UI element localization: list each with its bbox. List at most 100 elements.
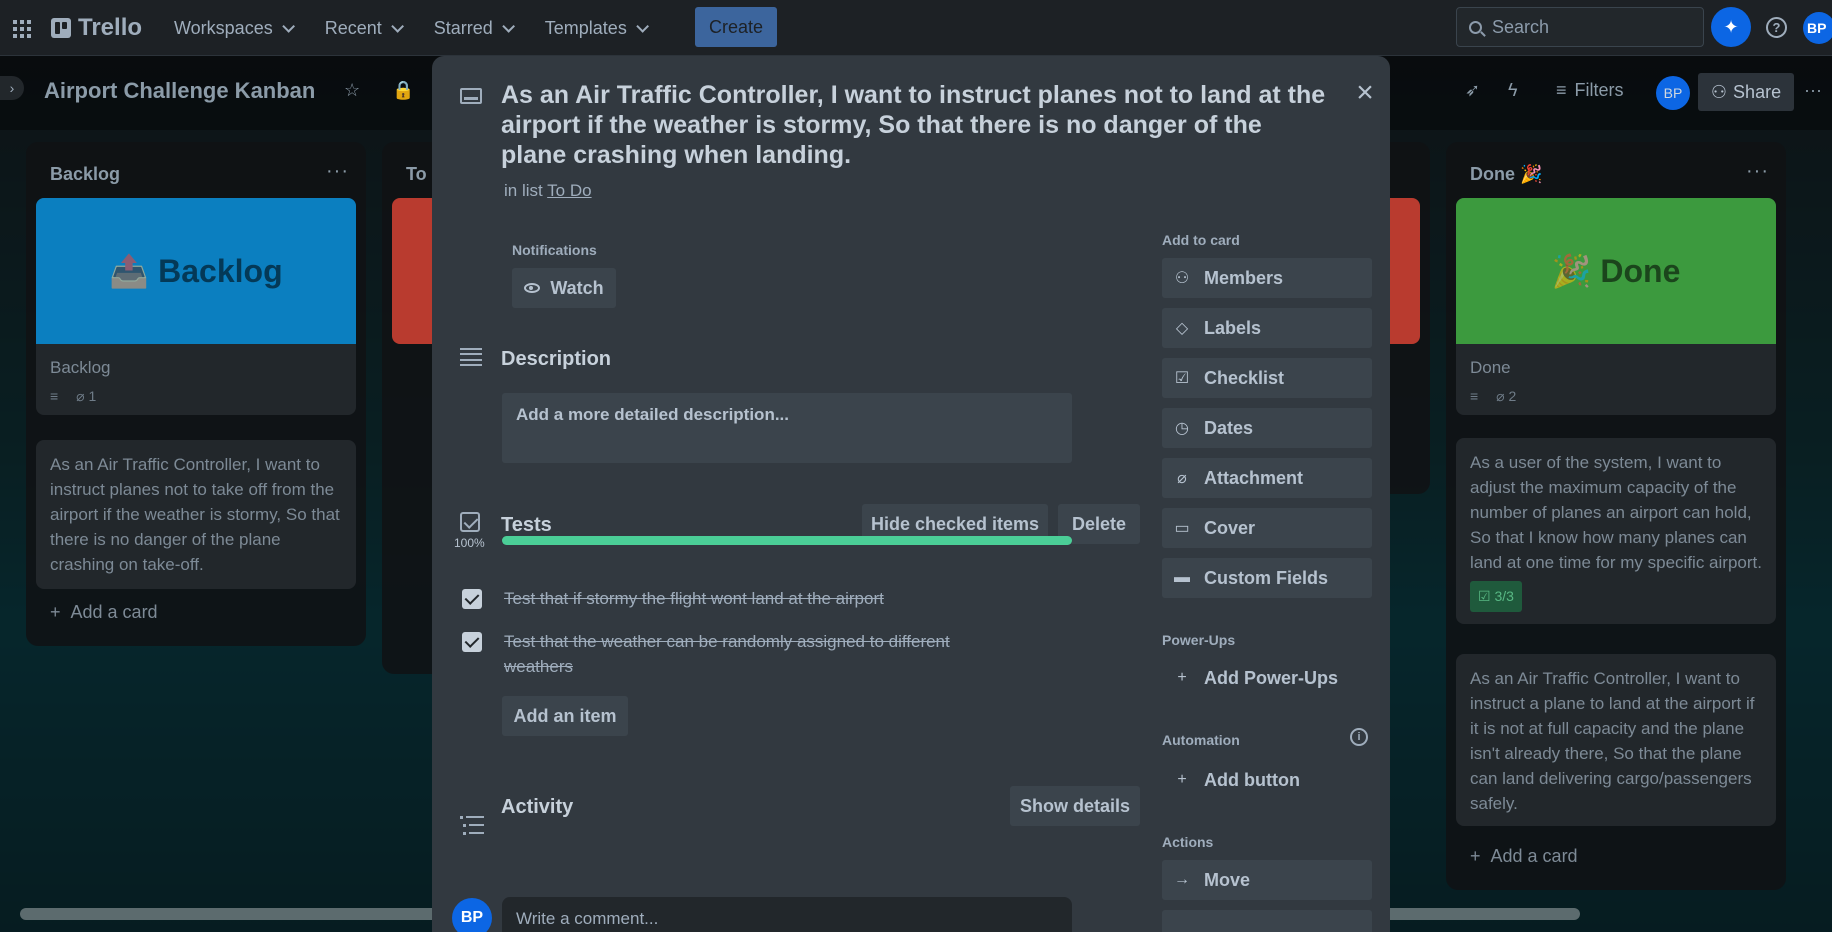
show-details-button[interactable]: Show details [1010,786,1140,826]
watch-label: Watch [550,277,604,298]
add-item-button[interactable]: Add an item [502,696,628,736]
list-title[interactable]: Backlog [50,164,120,185]
eye-icon [524,283,541,293]
checkbox-checked[interactable] [462,589,482,609]
checklist-icon [460,512,480,532]
add-card-button[interactable]: + Add a card [1470,846,1578,867]
activity-icon [460,816,484,835]
plus-icon: + [1177,669,1187,686]
powerups-label: Power-Ups [1162,632,1236,648]
members-label: Members [1204,267,1284,288]
templates-menu[interactable]: Templates [531,10,659,46]
cover-icon: ▭ [1174,520,1190,537]
watch-button[interactable]: Watch [512,268,616,308]
close-icon[interactable]: × [1348,76,1382,110]
list-card[interactable]: As an Air Traffic Controller, I want to … [36,440,356,589]
add-powerups-label: Add Power-Ups [1204,667,1339,688]
description-icon [460,348,482,366]
star-icon[interactable]: ☆ [344,80,360,101]
trello-logo-icon [51,18,71,38]
share-icon: ⚇ [1710,81,1728,102]
checklist-item-text[interactable]: Test that if stormy the flight wont land… [504,586,994,611]
search-input[interactable]: Search [1456,7,1704,47]
account-avatar[interactable]: BP [1803,12,1832,44]
starred-menu[interactable]: Starred [420,10,525,46]
list-menu-icon[interactable]: ··· [1746,160,1769,183]
expand-sidebar-icon[interactable]: › [0,76,24,100]
arrow-right-icon: → [1174,871,1190,888]
add-button-button[interactable]: + Add button [1162,760,1372,800]
checklist-item[interactable]: Test that the weather can be randomly as… [462,629,984,679]
list-card[interactable]: As an Air Traffic Controller, I want to … [1456,654,1776,826]
cover-button[interactable]: ▭ Cover [1162,508,1372,548]
search-icon [1469,20,1482,34]
card-cover: 🎉 Done [1456,198,1776,344]
filter-icon: ≡ [1556,80,1567,100]
checklist-button[interactable]: ☑ Checklist [1162,358,1372,398]
share-label: Share [1733,81,1782,102]
copy-button[interactable] [1162,910,1372,932]
checklist-item[interactable]: Test that if stormy the flight wont land… [462,586,994,611]
in-list-prefix: in list [504,181,543,200]
comment-input[interactable]: Write a comment... [502,897,1072,932]
attachment-badge: ⌀ 2 [1496,388,1517,404]
comment-avatar: BP [452,898,492,932]
labels-button[interactable]: ◇ Labels [1162,308,1372,348]
members-button[interactable]: ⚇ Members [1162,258,1372,298]
lock-icon[interactable]: 🔒 [392,80,414,101]
dates-button[interactable]: ◷ Dates [1162,408,1372,448]
more-icon[interactable]: ··· [1804,80,1822,101]
info-icon[interactable]: i [1350,728,1368,746]
app-switcher-icon[interactable] [10,17,32,39]
list-card[interactable]: As a user of the system, I want to adjus… [1456,438,1776,624]
checklist-title[interactable]: Tests [501,514,552,537]
list-done: Done 🎉 ··· 🎉 Done Done ≡ ⌀ 2 As a user of… [1446,142,1786,890]
list-link[interactable]: To Do [547,181,591,200]
chevron-down-icon [636,19,649,33]
share-button[interactable]: ⚇ Share [1698,73,1794,111]
create-button[interactable]: Create [695,7,777,47]
recent-menu[interactable]: Recent [311,10,414,46]
move-button[interactable]: → Move [1162,860,1372,900]
plus-icon: + [1177,771,1187,788]
trello-logo[interactable]: Trello [51,14,142,42]
notifications-button[interactable]: ✦ [1711,7,1751,47]
attachment-button[interactable]: ⌀ Attachment [1162,458,1372,498]
checklist-label: Checklist [1204,367,1285,388]
workspaces-menu[interactable]: Workspaces [160,10,305,46]
search-placeholder: Search [1492,16,1550,37]
list-title[interactable]: Done 🎉 [1470,164,1542,185]
cover-card[interactable]: 📤 Backlog Backlog ≡ ⌀ 1 [36,198,356,415]
attachment-badge: ⌀ 1 [76,388,97,404]
board-member-avatar[interactable]: BP [1656,76,1690,110]
activity-title: Activity [501,796,574,818]
add-to-card-label: Add to card [1162,232,1240,248]
description-field[interactable]: Add a more detailed description... [502,393,1072,463]
list-backlog: Backlog ··· 📤 Backlog Backlog ≡ ⌀ 1 As an… [26,142,366,646]
dates-label: Dates [1204,417,1254,438]
add-card-button[interactable]: + Add a card [50,602,158,623]
help-icon[interactable]: ? [1766,17,1787,38]
list-menu-icon[interactable]: ··· [326,160,349,183]
checklist-progress-bar [502,536,1072,545]
actions-label: Actions [1162,834,1214,850]
logo-text: Trello [78,14,143,41]
filters-button[interactable]: ≡ Filters [1556,80,1624,101]
checkbox-checked[interactable] [462,632,482,652]
automation-icon[interactable]: ϟ [1508,80,1518,101]
add-card-label: Add a card [70,602,158,622]
cover-card[interactable]: 🎉 Done Done ≡ ⌀ 2 [1456,198,1776,415]
notifications-label: Notifications [512,242,597,258]
card-title[interactable]: As an Air Traffic Controller, I want to … [501,80,1331,170]
rocket-icon[interactable]: ➶ [1465,80,1480,101]
board-title[interactable]: Airport Challenge Kanban [44,78,315,104]
list-title[interactable]: To [406,164,427,185]
person-icon: ⚇ [1174,270,1190,287]
nav-menu: Workspaces Recent Starred Templates [160,10,659,46]
move-label: Move [1204,869,1251,890]
custom-fields-button[interactable]: ▬ Custom Fields [1162,558,1372,598]
add-powerups-button[interactable]: + Add Power-Ups [1162,658,1372,698]
checklist-item-text[interactable]: Test that the weather can be randomly as… [504,629,984,679]
top-nav: Trello Workspaces Recent Starred Templat… [0,0,1832,56]
progress-fill [502,536,1072,545]
